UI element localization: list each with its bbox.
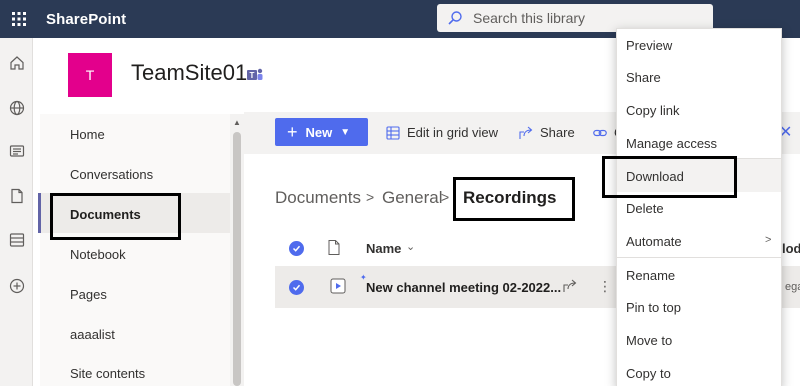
sort-chevron-icon[interactable]: ⌄ xyxy=(406,240,415,253)
menu-item-automate[interactable]: Automate xyxy=(626,234,682,249)
more-actions-icon[interactable]: ⋮ xyxy=(598,278,612,295)
edit-grid-view-label: Edit in grid view xyxy=(407,125,499,140)
new-button-label: New xyxy=(305,124,333,140)
breadcrumb-documents[interactable]: Documents xyxy=(275,188,361,208)
files-icon[interactable] xyxy=(0,181,33,211)
video-file-icon xyxy=(330,278,346,299)
scrollbar-thumb[interactable] xyxy=(233,132,241,386)
chevron-right-icon: > xyxy=(765,234,772,246)
checkmark-icon xyxy=(292,245,301,252)
menu-item-preview[interactable]: Preview xyxy=(626,38,672,53)
menu-divider xyxy=(617,257,781,258)
menu-item-share[interactable]: Share xyxy=(626,70,661,85)
svg-text:T: T xyxy=(250,71,255,80)
share-row-icon[interactable] xyxy=(563,279,577,298)
lists-icon[interactable] xyxy=(0,225,33,255)
breadcrumb-general[interactable]: General xyxy=(382,188,442,208)
row-modified-partial: ega xyxy=(785,281,800,293)
nav-item-home[interactable]: Home xyxy=(70,127,105,142)
left-navigation xyxy=(40,114,230,386)
menu-item-move-to[interactable]: Move to xyxy=(626,333,672,348)
share-icon xyxy=(519,126,533,139)
search-input[interactable]: Search this library xyxy=(473,10,585,26)
site-title[interactable]: TeamSite01 xyxy=(131,60,247,86)
nav-item-site-contents[interactable]: Site contents xyxy=(70,366,145,381)
chevron-right-icon: > xyxy=(441,189,450,205)
nav-item-pages[interactable]: Pages xyxy=(70,287,107,302)
share-button[interactable]: Share xyxy=(519,125,575,140)
menu-item-pin-to-top[interactable]: Pin to top xyxy=(626,300,681,315)
chevron-down-icon: ▼ xyxy=(340,126,351,138)
annotation-box-documents xyxy=(50,193,181,240)
app-name[interactable]: SharePoint xyxy=(46,11,126,28)
nav-item-aaaalist[interactable]: aaaalist xyxy=(70,327,115,342)
annotation-box-download xyxy=(602,156,737,198)
nav-scrollbar[interactable]: ▲ xyxy=(230,114,244,386)
menu-item-rename[interactable]: Rename xyxy=(626,268,675,283)
menu-item-copy-to[interactable]: Copy to xyxy=(626,366,671,381)
scroll-up-icon[interactable]: ▲ xyxy=(233,118,241,127)
row-checkbox[interactable] xyxy=(289,280,304,295)
plus-icon: + xyxy=(287,121,298,142)
create-icon[interactable] xyxy=(0,271,33,301)
menu-item-copy-link[interactable]: Copy link xyxy=(626,103,679,118)
edit-grid-view-button[interactable]: Edit in grid view xyxy=(386,125,498,140)
app-launcher-icon[interactable] xyxy=(0,0,38,38)
new-button[interactable]: + New ▼ xyxy=(275,118,368,146)
site-logo[interactable]: T xyxy=(68,53,112,97)
nav-item-conversations[interactable]: Conversations xyxy=(70,167,153,182)
home-icon[interactable] xyxy=(0,48,33,78)
grid-icon xyxy=(386,125,400,140)
file-name-link[interactable]: New channel meeting 02-2022... xyxy=(366,280,561,295)
link-icon xyxy=(593,129,607,136)
teams-icon[interactable]: T xyxy=(247,68,263,87)
news-icon[interactable] xyxy=(0,136,33,166)
search-icon xyxy=(437,10,473,26)
nav-selected-indicator xyxy=(38,193,41,233)
nav-item-notebook[interactable]: Notebook xyxy=(70,247,126,262)
annotation-box-recordings xyxy=(453,177,575,221)
file-type-icon xyxy=(328,240,340,260)
share-label: Share xyxy=(540,125,575,140)
checkmark-icon xyxy=(292,284,301,291)
app-rail xyxy=(0,38,33,386)
menu-item-delete[interactable]: Delete xyxy=(626,201,664,216)
column-header-name[interactable]: Name xyxy=(366,241,401,256)
chevron-right-icon: > xyxy=(366,189,375,205)
select-all-checkbox[interactable] xyxy=(289,241,304,256)
menu-item-manage-access[interactable]: Manage access xyxy=(626,136,717,151)
globe-icon[interactable] xyxy=(0,93,33,123)
column-header-modified[interactable]: lod xyxy=(782,241,800,256)
